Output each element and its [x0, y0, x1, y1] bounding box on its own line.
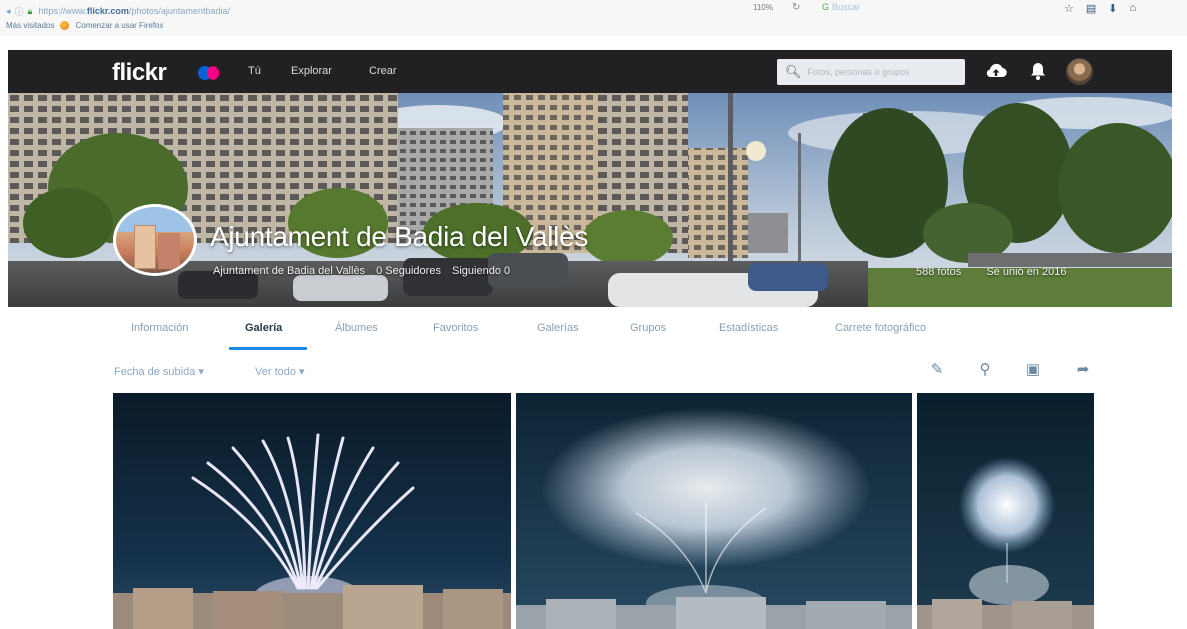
google-icon: G	[822, 2, 830, 12]
library-icon[interactable]: ▤	[1086, 2, 1096, 15]
reload-icon[interactable]: ↻	[792, 2, 800, 13]
profile-followers[interactable]: 0 Seguidores	[376, 265, 441, 277]
address-bar[interactable]: https://www.flickr.com/photos/ajuntament…	[38, 6, 230, 16]
flickr-dots-icon[interactable]	[198, 65, 224, 80]
tab-information[interactable]: Información	[131, 322, 188, 334]
info-icon[interactable]: ⓘ	[15, 5, 24, 18]
sort-label: Fecha de subida	[114, 366, 196, 378]
browser-nav-icons: ◂ ⓘ 🔒︎	[6, 5, 32, 18]
tab-galleries[interactable]: Galerías	[537, 322, 579, 334]
lock-icon[interactable]: 🔒︎	[28, 6, 33, 17]
profile-stats: 588 fotos Se unió en 2016	[916, 266, 1088, 278]
flickr-header: flickr Tú Explorar Crear 🔍︎	[8, 50, 1172, 93]
nav-link-you[interactable]: Tú	[248, 65, 261, 77]
profile-name: Ajuntament de Badia del Vallès	[210, 221, 589, 252]
flickr-search-input[interactable]	[807, 67, 958, 77]
bookmark-getting-started[interactable]: Comenzar a usar Firefox	[75, 21, 163, 30]
tab-groups[interactable]: Grupos	[630, 322, 666, 334]
browser-right-icons: ☆ ▤ ⬇ ⌂	[1064, 2, 1136, 15]
photo-count: 588 fotos	[916, 266, 962, 278]
gallery-photo-1[interactable]	[113, 393, 511, 629]
sort-dropdown[interactable]: Fecha de subida ▾	[114, 365, 204, 378]
url-row: ◂ ⓘ 🔒︎ https://www.flickr.com/photos/aju…	[0, 2, 1187, 20]
pink-dot	[207, 66, 221, 80]
zoom-level[interactable]: 110%	[753, 3, 773, 12]
bookmark-most-visited[interactable]: Más visitados	[6, 21, 54, 30]
edit-icon[interactable]: ✎	[927, 360, 947, 380]
flickr-search[interactable]: 🔍︎	[777, 59, 965, 85]
avatar-building-2	[158, 233, 180, 269]
nav-link-create[interactable]: Crear	[369, 65, 397, 77]
profile-username: Ajuntament de Badia del Vallès	[213, 265, 366, 277]
slideshow-icon[interactable]: ▣	[1023, 360, 1043, 380]
bookmarks-bar: Más visitados Comenzar a usar Firefox	[6, 21, 164, 30]
tab-camera-roll[interactable]: Carrete fotográfico	[835, 322, 926, 334]
fireworks-photo-3	[917, 393, 1094, 629]
view-dropdown[interactable]: Ver todo ▾	[255, 365, 305, 378]
nav-link-explore[interactable]: Explorar	[291, 65, 332, 77]
view-label: Ver todo	[255, 366, 296, 378]
joined-date: Se unió en 2016	[986, 266, 1067, 278]
profile-tabs: Información Galería Álbumes Favoritos Ga…	[0, 307, 1187, 352]
browser-search-placeholder: Buscar	[832, 2, 861, 12]
home-icon[interactable]: ⌂	[1130, 2, 1137, 15]
search-icon[interactable]: ⚲	[975, 360, 995, 380]
gallery-photo-3[interactable]	[917, 393, 1094, 629]
active-tab-indicator	[229, 347, 307, 350]
tab-favorites[interactable]: Favoritos	[433, 322, 478, 334]
flickr-page: ◂ ⓘ 🔒︎ https://www.flickr.com/photos/aju…	[0, 0, 1187, 629]
search-icon: 🔍︎	[785, 64, 802, 79]
firefox-icon	[60, 21, 70, 30]
url-domain: flickr.com	[86, 6, 129, 16]
fireworks-photo-1	[113, 393, 511, 629]
avatar-building-1	[134, 225, 156, 269]
url-prefix: https://www.	[38, 6, 87, 16]
gallery-photo-2[interactable]	[516, 393, 912, 629]
tab-stats[interactable]: Estadísticas	[719, 322, 778, 334]
profile-avatar[interactable]	[113, 204, 197, 276]
chevron-down-icon: ▾	[299, 366, 305, 378]
fireworks-photo-2	[516, 393, 912, 629]
notifications-bell-icon[interactable]	[1030, 61, 1046, 81]
chevron-down-icon: ▾	[198, 366, 204, 378]
user-avatar[interactable]	[1066, 58, 1093, 85]
bookmark-star-icon[interactable]: ☆	[1064, 2, 1074, 15]
browser-toolbar: ◂ ⓘ 🔒︎ https://www.flickr.com/photos/aju…	[0, 0, 1187, 36]
back-icon[interactable]: ◂	[6, 6, 11, 17]
flickr-logo[interactable]: flickr	[112, 59, 167, 87]
upload-cloud-icon[interactable]	[984, 60, 1008, 82]
browser-search[interactable]: G Buscar	[822, 2, 860, 12]
tab-albums[interactable]: Álbumes	[335, 322, 378, 334]
url-path: /photos/ajuntamentbadia/	[128, 6, 230, 16]
profile-meta: Ajuntament de Badia del Vallès 0 Seguido…	[213, 265, 518, 277]
profile-following[interactable]: Siguiendo 0	[452, 265, 510, 277]
downloads-icon[interactable]: ⬇	[1108, 2, 1117, 15]
tab-gallery[interactable]: Galería	[245, 322, 282, 334]
share-icon[interactable]: ➦	[1073, 360, 1093, 380]
